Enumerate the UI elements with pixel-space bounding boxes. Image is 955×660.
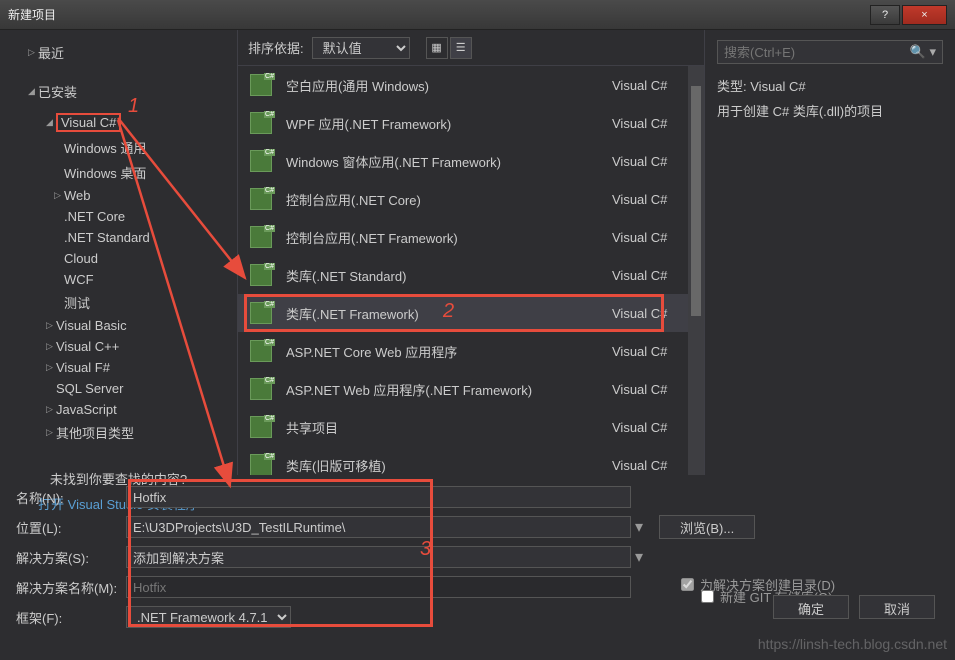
search-icon: 🔍 ▾ <box>910 44 936 60</box>
tree-item[interactable]: WCF <box>8 269 229 290</box>
template-row[interactable]: 类库(.NET Framework)Visual C# <box>238 294 704 332</box>
center-panel: 排序依据: 默认值 ▦ ☰ 空白应用(通用 Windows)Visual C#W… <box>238 30 705 475</box>
template-lang: Visual C# <box>612 420 692 435</box>
template-lang: Visual C# <box>612 78 692 93</box>
template-lang: Visual C# <box>612 458 692 473</box>
tree-visual-cpp[interactable]: Visual C++ <box>8 336 229 357</box>
tree-item[interactable]: Windows 桌面 <box>8 160 229 185</box>
template-lang: Visual C# <box>612 192 692 207</box>
template-name: 类库(.NET Framework) <box>286 304 612 323</box>
tree-visual-fsharp[interactable]: Visual F# <box>8 357 229 378</box>
tree-installed[interactable]: 已安装 <box>8 79 229 104</box>
template-lang: Visual C# <box>612 382 692 397</box>
template-icon <box>250 226 272 248</box>
template-row[interactable]: 类库(旧版可移植)Visual C# <box>238 446 704 475</box>
type-description: 用于创建 C# 类库(.dll)的项目 <box>717 101 943 120</box>
template-row[interactable]: ASP.NET Web 应用程序(.NET Framework)Visual C… <box>238 370 704 408</box>
close-button[interactable]: × <box>902 5 947 25</box>
template-list: 空白应用(通用 Windows)Visual C#WPF 应用(.NET Fra… <box>238 66 704 475</box>
tree-visual-csharp[interactable]: Visual C# <box>8 110 229 135</box>
template-lang: Visual C# <box>612 230 692 245</box>
browse-button[interactable]: 浏览(B)... <box>659 515 755 539</box>
name-input[interactable] <box>126 486 631 508</box>
solution-name-label: 解决方案名称(M): <box>16 578 126 597</box>
tree-item[interactable]: .NET Core <box>8 206 229 227</box>
right-panel: 🔍 ▾ 类型: Visual C# 用于创建 C# 类库(.dll)的项目 <box>705 30 955 475</box>
template-icon <box>250 112 272 134</box>
tree-item[interactable]: 测试 <box>8 290 229 315</box>
template-lang: Visual C# <box>612 344 692 359</box>
view-grid-icon[interactable]: ▦ <box>426 37 448 59</box>
template-row[interactable]: 空白应用(通用 Windows)Visual C# <box>238 66 704 104</box>
template-name: ASP.NET Web 应用程序(.NET Framework) <box>286 380 612 399</box>
template-name: 控制台应用(.NET Framework) <box>286 228 612 247</box>
template-icon <box>250 340 272 362</box>
template-row[interactable]: Windows 窗体应用(.NET Framework)Visual C# <box>238 142 704 180</box>
solution-select[interactable] <box>126 546 631 568</box>
search-input[interactable] <box>724 45 910 60</box>
solution-label: 解决方案(S): <box>16 548 126 567</box>
tree-javascript[interactable]: JavaScript <box>8 399 229 420</box>
template-icon <box>250 378 272 400</box>
template-row[interactable]: 类库(.NET Standard)Visual C# <box>238 256 704 294</box>
framework-label: 框架(F): <box>16 608 126 627</box>
location-input[interactable] <box>126 516 631 538</box>
template-lang: Visual C# <box>612 116 692 131</box>
tree-other-types[interactable]: 其他项目类型 <box>8 420 229 445</box>
tree-visual-basic[interactable]: Visual Basic <box>8 315 229 336</box>
location-label: 位置(L): <box>16 518 126 537</box>
tree-recent[interactable]: 最近 <box>8 40 229 65</box>
template-row[interactable]: WPF 应用(.NET Framework)Visual C# <box>238 104 704 142</box>
framework-select[interactable]: .NET Framework 4.7.1 <box>126 606 291 628</box>
scrollbar[interactable] <box>688 66 704 475</box>
tree-sql-server[interactable]: SQL Server <box>8 378 229 399</box>
tree-item[interactable]: Windows 通用 <box>8 135 229 160</box>
template-name: Windows 窗体应用(.NET Framework) <box>286 152 612 171</box>
center-toolbar: 排序依据: 默认值 ▦ ☰ <box>238 30 704 66</box>
template-lang: Visual C# <box>612 306 692 321</box>
search-box[interactable]: 🔍 ▾ <box>717 40 943 64</box>
cancel-button[interactable]: 取消 <box>859 595 935 619</box>
template-name: 类库(旧版可移植) <box>286 456 612 475</box>
type-label: 类型: Visual C# <box>717 76 943 95</box>
template-lang: Visual C# <box>612 268 692 283</box>
template-icon <box>250 264 272 286</box>
template-icon <box>250 302 272 324</box>
template-name: 共享项目 <box>286 418 612 437</box>
window-title: 新建项目 <box>8 6 868 23</box>
view-list-icon[interactable]: ☰ <box>450 37 472 59</box>
template-row[interactable]: 共享项目Visual C# <box>238 408 704 446</box>
tree-item[interactable]: .NET Standard <box>8 227 229 248</box>
titlebar: 新建项目 ? × <box>0 0 955 30</box>
template-row[interactable]: ASP.NET Core Web 应用程序Visual C# <box>238 332 704 370</box>
sort-label: 排序依据: <box>248 38 304 57</box>
template-icon <box>250 74 272 96</box>
help-button[interactable]: ? <box>870 5 900 25</box>
template-icon <box>250 454 272 475</box>
template-name: ASP.NET Core Web 应用程序 <box>286 342 612 361</box>
tree-item[interactable]: Cloud <box>8 248 229 269</box>
bottom-form: 名称(N): 位置(L): ▾ 浏览(B)... 解决方案(S): ▾ 解决方案… <box>0 475 955 629</box>
template-name: 类库(.NET Standard) <box>286 266 612 285</box>
name-label: 名称(N): <box>16 488 126 507</box>
ok-button[interactable]: 确定 <box>773 595 849 619</box>
template-row[interactable]: 控制台应用(.NET Framework)Visual C# <box>238 218 704 256</box>
template-icon <box>250 188 272 210</box>
watermark: https://linsh-tech.blog.csdn.net <box>758 636 947 652</box>
template-icon <box>250 150 272 172</box>
left-tree: 最近 已安装 Visual C# Windows 通用 Windows 桌面 W… <box>0 30 238 475</box>
solution-name-input <box>126 576 631 598</box>
template-name: WPF 应用(.NET Framework) <box>286 114 612 133</box>
template-name: 控制台应用(.NET Core) <box>286 190 612 209</box>
template-row[interactable]: 控制台应用(.NET Core)Visual C# <box>238 180 704 218</box>
sort-select[interactable]: 默认值 <box>312 37 410 59</box>
template-name: 空白应用(通用 Windows) <box>286 76 612 95</box>
tree-item[interactable]: Web <box>8 185 229 206</box>
template-lang: Visual C# <box>612 154 692 169</box>
template-icon <box>250 416 272 438</box>
